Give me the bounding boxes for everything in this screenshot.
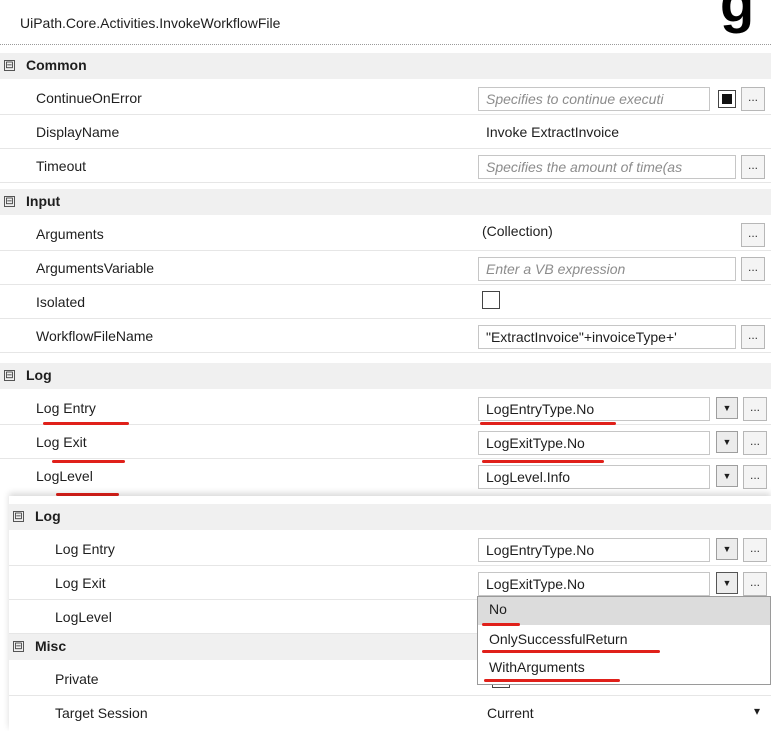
property-label: Log Exit [55, 575, 106, 591]
property-label: ContinueOnError [36, 90, 142, 106]
section-title: Misc [35, 638, 67, 654]
row-log-level: LogLevel LogLevel.Info ▼ ... [0, 459, 771, 496]
section-title: Input [26, 193, 61, 209]
property-label: Log Entry [55, 541, 115, 557]
log-exit-select[interactable]: LogExitType.No [478, 572, 710, 596]
section-title: Log [26, 367, 52, 383]
property-label: Isolated [36, 294, 86, 310]
row-continue-on-error: ContinueOnError Specifies to continue ex… [0, 81, 771, 115]
property-label: Private [55, 671, 99, 687]
workflow-file-name-input[interactable]: "ExtractInvoice"+invoiceType+' [478, 325, 736, 349]
log-exit-select[interactable]: LogExitType.No [478, 431, 710, 455]
row-log-exit: Log Exit LogExitType.No ▼ ... [9, 566, 771, 600]
property-label: Timeout [36, 158, 87, 174]
dropdown-arrow-icon[interactable]: ▾ [754, 704, 760, 728]
red-underline-annotation [482, 623, 520, 626]
ellipsis-button[interactable]: ... [741, 87, 765, 111]
collapse-icon[interactable]: ⊟ [4, 60, 15, 71]
ellipsis-button[interactable]: ... [743, 572, 767, 596]
property-label: Log Exit [36, 434, 87, 450]
section-log[interactable]: ⊟ Log [9, 504, 771, 530]
row-target-session: Target Session Current ▾ [9, 696, 771, 730]
ellipsis-button[interactable]: ... [741, 325, 765, 349]
ellipsis-button[interactable]: ... [743, 431, 767, 455]
section-title: Common [26, 57, 87, 73]
dropdown-arrow-icon[interactable]: ▼ [716, 431, 738, 453]
arguments-variable-input[interactable]: Enter a VB expression [478, 257, 736, 281]
display-name-value[interactable]: Invoke ExtractInvoice [486, 124, 619, 148]
property-label: Arguments [36, 226, 104, 242]
dropdown-arrow-icon[interactable]: ▼ [716, 397, 738, 419]
row-log-entry: Log Entry LogEntryType.No ▼ ... [9, 532, 771, 566]
ellipsis-button[interactable]: ... [741, 155, 765, 179]
ellipsis-button[interactable]: ... [741, 257, 765, 281]
continue-on-error-checkbox[interactable] [718, 90, 736, 108]
red-underline-annotation [482, 650, 660, 653]
arguments-value: (Collection) [482, 223, 553, 239]
row-timeout: Timeout Specifies the amount of time(as … [0, 149, 771, 183]
dropdown-arrow-icon[interactable]: ▼ [716, 572, 738, 594]
continue-on-error-input[interactable]: Specifies to continue executi [478, 87, 710, 111]
property-panel-header: UiPath.Core.Activities.InvokeWorkflowFil… [0, 0, 771, 43]
row-arguments-variable: ArgumentsVariable Enter a VB expression … [0, 251, 771, 285]
dropdown-arrow-icon[interactable]: ▼ [716, 538, 738, 560]
section-input[interactable]: ⊟ Input [0, 189, 771, 215]
row-isolated: Isolated [0, 285, 771, 319]
property-label: WorkflowFileName [36, 328, 154, 344]
log-exit-dropdown-list: No OnlySuccessfulReturn WithArguments [477, 596, 771, 685]
dropdown-option-no[interactable]: No [478, 597, 770, 625]
target-session-select[interactable]: Current [487, 705, 534, 729]
collapse-icon[interactable]: ⊟ [4, 196, 15, 207]
collapse-icon[interactable]: ⊟ [13, 511, 24, 522]
property-label: Target Session [55, 705, 148, 721]
section-common[interactable]: ⊟ Common [0, 53, 771, 79]
red-underline-annotation [484, 679, 620, 682]
ellipsis-button[interactable]: ... [743, 397, 767, 421]
section-log[interactable]: ⊟ Log [0, 363, 771, 389]
row-workflow-file-name: WorkflowFileName "ExtractInvoice"+invoic… [0, 319, 771, 353]
property-label: Log Entry [36, 400, 96, 416]
section-title: Log [35, 508, 61, 524]
isolated-checkbox[interactable] [482, 291, 500, 309]
property-label: DisplayName [36, 124, 120, 140]
dropdown-arrow-icon[interactable]: ▼ [716, 465, 738, 487]
property-label: ArgumentsVariable [36, 260, 155, 276]
ellipsis-button[interactable]: ... [741, 223, 765, 247]
timeout-input[interactable]: Specifies the amount of time(as [478, 155, 736, 179]
log-level-select[interactable]: LogLevel.Info [478, 465, 710, 489]
property-label: LogLevel [55, 609, 112, 625]
ellipsis-button[interactable]: ... [743, 538, 767, 562]
collapse-icon[interactable]: ⊟ [4, 370, 15, 381]
log-entry-select[interactable]: LogEntryType.No [478, 397, 710, 421]
row-log-exit: Log Exit LogExitType.No ▼ ... [0, 425, 771, 463]
activity-type-title: UiPath.Core.Activities.InvokeWorkflowFil… [20, 15, 281, 31]
log-entry-select[interactable]: LogEntryType.No [478, 538, 710, 562]
row-log-entry: Log Entry LogEntryType.No ▼ ... [0, 391, 771, 425]
row-display-name: DisplayName Invoke ExtractInvoice [0, 115, 771, 149]
ellipsis-button[interactable]: ... [743, 465, 767, 489]
collapse-icon[interactable]: ⊟ [13, 641, 24, 652]
property-label: LogLevel [36, 468, 93, 484]
dotted-divider [0, 44, 771, 45]
cropped-heading-glyph: g [720, 0, 755, 34]
row-arguments: Arguments (Collection) ... [0, 217, 771, 251]
